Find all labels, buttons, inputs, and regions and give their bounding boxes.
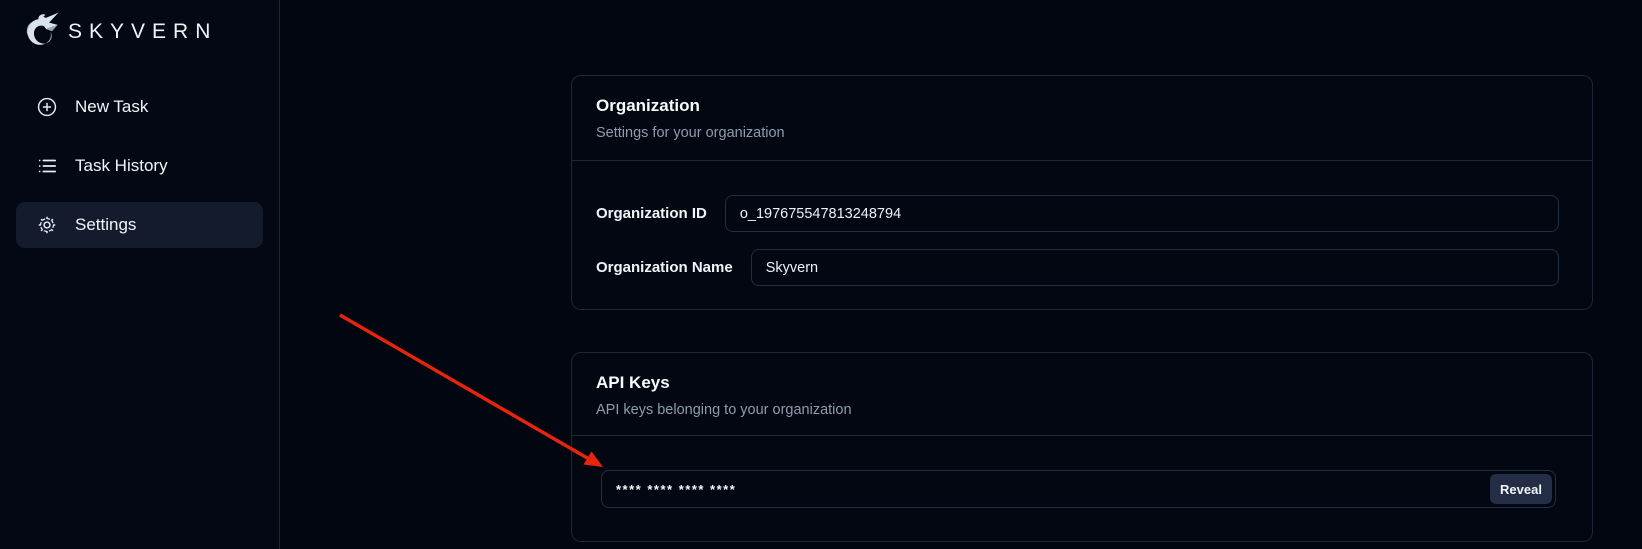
organization-card-content: Organization ID Organization Name — [572, 161, 1592, 310]
plus-circle-icon — [36, 96, 58, 118]
organization-name-row: Organization Name — [596, 249, 1559, 286]
reveal-button[interactable]: Reveal — [1490, 474, 1552, 504]
organization-id-input[interactable] — [725, 195, 1559, 232]
api-keys-card-content: **** **** **** **** Reveal — [572, 436, 1592, 508]
api-keys-card: API Keys API keys belonging to your orga… — [571, 352, 1593, 542]
organization-card-subtitle: Settings for your organization — [596, 125, 1568, 141]
sidebar-item-settings[interactable]: Settings — [16, 202, 263, 248]
sidebar-nav: New Task Task History Settings — [16, 84, 263, 248]
organization-id-label: Organization ID — [596, 205, 707, 222]
api-key-field[interactable]: **** **** **** **** Reveal — [601, 470, 1556, 508]
sidebar-item-label: Task History — [75, 156, 168, 176]
sidebar-item-label: New Task — [75, 97, 148, 117]
gear-icon — [36, 214, 58, 236]
brand-wordmark: SKYVERN — [68, 20, 217, 44]
organization-card-header: Organization Settings for your organizat… — [572, 76, 1592, 161]
skyvern-logo-icon — [16, 9, 62, 55]
sidebar-item-task-history[interactable]: Task History — [16, 143, 263, 189]
brand: SKYVERN — [16, 6, 263, 58]
list-icon — [36, 155, 58, 177]
api-keys-card-title: API Keys — [596, 373, 1568, 393]
api-keys-card-subtitle: API keys belonging to your organization — [596, 402, 1568, 418]
sidebar: SKYVERN New Task Task History — [0, 0, 280, 549]
organization-id-row: Organization ID — [596, 195, 1559, 232]
sidebar-item-new-task[interactable]: New Task — [16, 84, 263, 130]
organization-name-input[interactable] — [751, 249, 1559, 286]
api-key-masked-value: **** **** **** **** — [616, 482, 736, 497]
organization-card: Organization Settings for your organizat… — [571, 75, 1593, 310]
api-keys-card-header: API Keys API keys belonging to your orga… — [572, 353, 1592, 436]
sidebar-item-label: Settings — [75, 215, 136, 235]
organization-card-title: Organization — [596, 96, 1568, 116]
organization-name-label: Organization Name — [596, 259, 733, 276]
